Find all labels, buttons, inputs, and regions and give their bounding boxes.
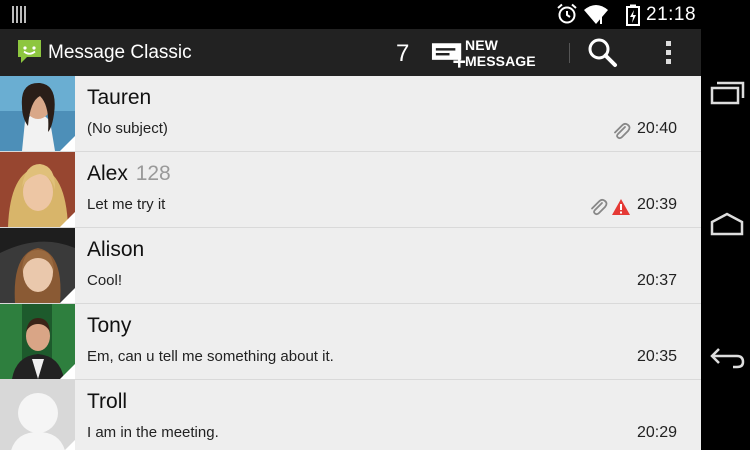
- default-contact-icon: [0, 380, 75, 450]
- conversation-row-tony[interactable]: Tony Em, can u tell me something about i…: [0, 304, 701, 380]
- home-icon[interactable]: [709, 209, 745, 239]
- conversation-row-alex[interactable]: Alex 128 Let me try it 20:39: [0, 152, 701, 228]
- compose-icon: [431, 42, 466, 68]
- message-time: 20:37: [636, 272, 677, 289]
- action-bar: Message Classic 7 NEW MESSAGE: [0, 29, 701, 76]
- action-bar-divider: [569, 43, 570, 63]
- new-message-button[interactable]: NEW MESSAGE: [426, 29, 570, 76]
- conversation-row-troll[interactable]: Troll I am in the meeting. 20:29: [0, 380, 701, 450]
- message-snippet: Em, can u tell me something about it.: [87, 348, 334, 365]
- contact-avatar[interactable]: [0, 380, 75, 450]
- contact-name: Tauren: [87, 86, 152, 109]
- notification-icon: [12, 6, 28, 23]
- attachment-icon: [591, 198, 608, 216]
- recent-apps-icon[interactable]: [709, 79, 745, 109]
- message-snippet: Let me try it: [87, 196, 166, 213]
- contact-avatar[interactable]: [0, 152, 75, 227]
- message-snippet: Cool!: [87, 272, 123, 289]
- message-time: 20:35: [636, 348, 677, 365]
- message-time: 20:29: [636, 424, 677, 441]
- contact-avatar[interactable]: [0, 76, 75, 151]
- message-time: 20:40: [636, 120, 677, 137]
- search-icon[interactable]: [585, 35, 621, 71]
- status-bar: 21:18: [0, 0, 750, 29]
- navigation-bar: [701, 29, 750, 450]
- conversation-row-alison[interactable]: Alison Cool! 20:37: [0, 228, 701, 304]
- app-title: Message Classic: [48, 42, 192, 63]
- conversation-row-tauren[interactable]: Tauren (No subject) 20:40: [0, 76, 701, 152]
- message-indicators: [611, 121, 631, 141]
- contact-name: Tony: [87, 314, 132, 337]
- status-time: 21:18: [646, 4, 697, 25]
- message-snippet: (No subject): [87, 120, 168, 137]
- contact-name: Alison: [87, 238, 145, 261]
- contact-name: Troll: [87, 390, 128, 413]
- contact-avatar[interactable]: [0, 304, 75, 379]
- app-logo-icon[interactable]: [16, 38, 43, 65]
- new-message-label: NEW MESSAGE: [465, 36, 536, 69]
- message-count: 128: [135, 162, 171, 185]
- wifi-icon: [584, 5, 608, 24]
- message-time: 20:39: [636, 196, 677, 213]
- unread-count: 7: [396, 40, 410, 67]
- back-icon[interactable]: [709, 341, 745, 371]
- error-warning-icon: [612, 199, 630, 215]
- message-indicators: [588, 197, 631, 217]
- battery-icon: [626, 4, 640, 26]
- overflow-menu-icon[interactable]: [660, 38, 676, 68]
- contact-name: Alex 128: [87, 162, 171, 185]
- attachment-icon: [614, 122, 631, 140]
- conversation-list: Tauren (No subject) 20:40 Alex 128 Let m…: [0, 76, 701, 450]
- contact-avatar[interactable]: [0, 228, 75, 303]
- alarm-icon: [557, 3, 577, 24]
- message-snippet: I am in the meeting.: [87, 424, 219, 441]
